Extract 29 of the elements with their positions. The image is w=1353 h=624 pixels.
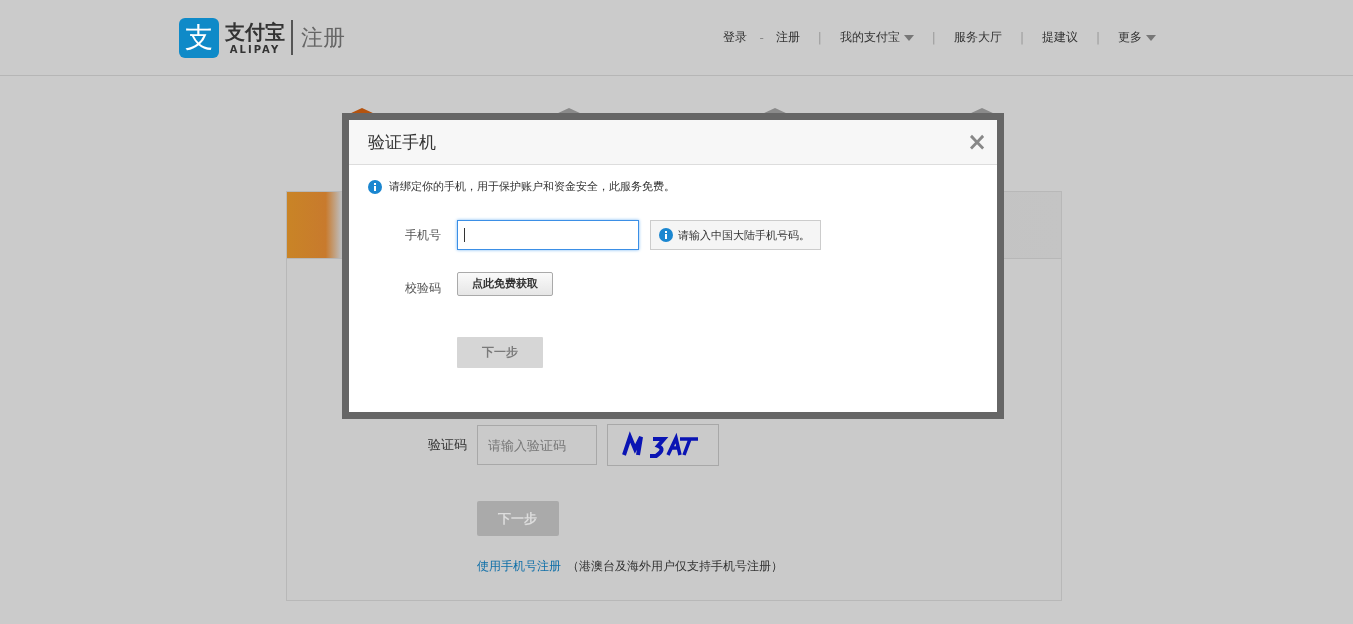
caret-icon xyxy=(1146,34,1156,41)
nav-link[interactable]: 更多 xyxy=(1118,29,1156,46)
nav-separator: - xyxy=(759,30,764,45)
info-icon xyxy=(368,179,382,194)
phone-field[interactable] xyxy=(457,220,639,250)
nav-separator: | xyxy=(931,30,936,45)
notice-text: 请绑定你的手机，用于保护账户和资金安全，此服务免费。 xyxy=(389,179,675,194)
nav-separator: | xyxy=(1095,30,1100,45)
phone-register-note: （港澳台及海外用户仅支持手机号注册） xyxy=(566,558,783,575)
nav-link[interactable]: 注册 xyxy=(775,29,800,46)
info-icon xyxy=(659,228,673,242)
nav-link[interactable]: 服务大厅 xyxy=(953,29,1002,46)
tooltip-text: 请输入中国大陆手机号码。 xyxy=(678,227,810,243)
nav-link[interactable]: 我的支付宝 xyxy=(839,29,914,46)
field-label: 校验码 xyxy=(405,280,442,297)
logo-name: 支付宝 xyxy=(225,20,285,44)
get-code-button[interactable]: 点此免费获取 xyxy=(457,271,553,296)
captcha-field[interactable]: 请输入验证码 xyxy=(476,425,597,465)
field-label: 手机号 xyxy=(405,226,442,244)
caret-icon xyxy=(903,34,914,41)
nav-link[interactable]: 提建议 xyxy=(1041,29,1078,46)
nav-separator: | xyxy=(817,30,822,45)
page-title: 注册 xyxy=(301,23,345,52)
logo-subtitle: ALIPAY xyxy=(229,44,281,55)
nav-link[interactable]: 登录 xyxy=(723,29,748,46)
logo-icon: 支 xyxy=(179,17,219,58)
field-label: 验证码 xyxy=(426,436,467,454)
dialog-title: 验证手机 xyxy=(368,130,436,154)
nav-separator: | xyxy=(1019,30,1024,45)
